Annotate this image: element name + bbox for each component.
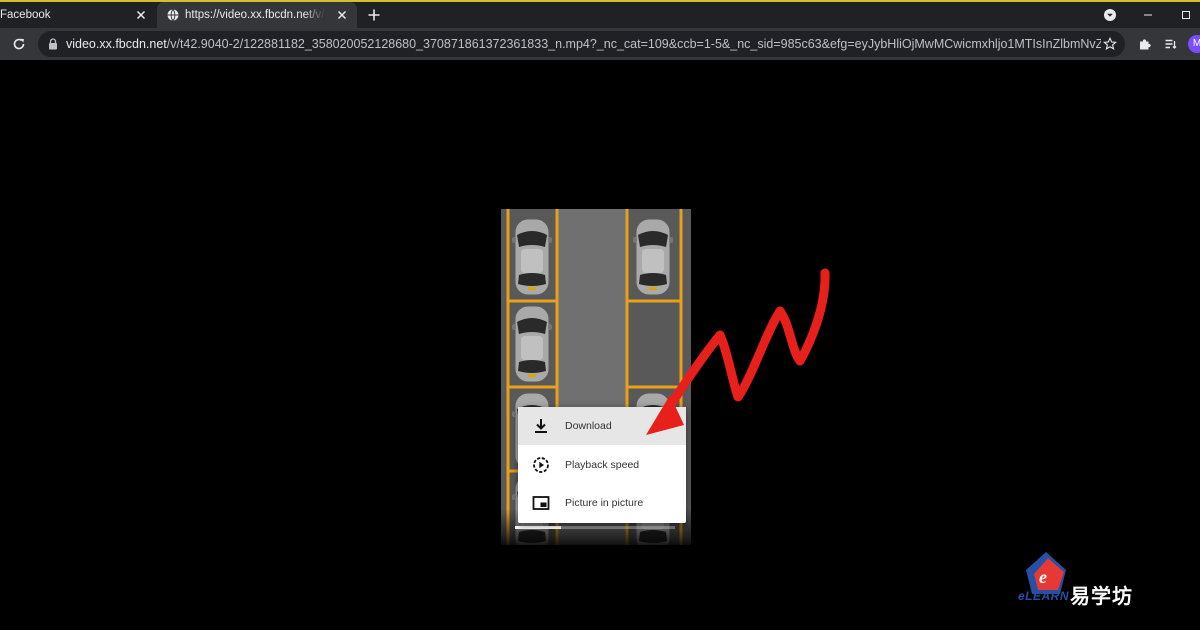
globe-icon bbox=[167, 9, 179, 21]
tab-video[interactable]: https://video.xx.fbcdn.net/v/t42.9040-2 bbox=[157, 2, 357, 28]
svg-text:e: e bbox=[1039, 567, 1047, 587]
new-tab-icon[interactable] bbox=[367, 8, 381, 22]
maximize-icon[interactable] bbox=[1179, 8, 1193, 22]
video-progress-bar[interactable] bbox=[515, 526, 675, 529]
video-progress-fill bbox=[515, 526, 562, 529]
browser-toolbar: video.xx.fbcdn.net/v/t42.9040-2/12288118… bbox=[0, 28, 1200, 60]
picture-in-picture-icon bbox=[532, 496, 550, 510]
lock-icon[interactable] bbox=[48, 38, 58, 50]
reading-list-icon[interactable] bbox=[1164, 37, 1178, 51]
menu-item-playback-speed[interactable]: Playback speed bbox=[518, 446, 686, 484]
minimize-icon[interactable] bbox=[1141, 8, 1155, 22]
logo-brand-en: eLEARN bbox=[1018, 589, 1070, 603]
profile-avatar[interactable]: M bbox=[1188, 35, 1200, 53]
menu-item-label: Download bbox=[565, 420, 612, 432]
logo-brand-cn: 易学坊 bbox=[1070, 586, 1133, 608]
tab-facebook[interactable]: Facebook bbox=[0, 2, 156, 28]
reload-icon[interactable] bbox=[12, 37, 26, 51]
tab-title: Facebook bbox=[0, 9, 51, 21]
menu-item-label: Playback speed bbox=[565, 459, 640, 471]
close-icon[interactable] bbox=[335, 8, 349, 22]
url-host: video.xx.fbcdn.net bbox=[66, 37, 167, 51]
tab-strip: Facebook https://video.xx.fbcdn.net/v/t4… bbox=[0, 2, 1200, 28]
tab-search-icon[interactable] bbox=[1103, 8, 1117, 22]
address-bar[interactable]: video.xx.fbcdn.net/v/t42.9040-2/12288118… bbox=[38, 31, 1125, 57]
download-icon bbox=[535, 419, 547, 433]
menu-item-picture-in-picture[interactable]: Picture in picture bbox=[518, 484, 686, 522]
playback-speed-icon bbox=[533, 457, 549, 473]
bookmark-star-icon[interactable] bbox=[1103, 37, 1117, 51]
menu-item-label: Picture in picture bbox=[565, 497, 644, 509]
close-icon[interactable] bbox=[134, 8, 148, 22]
url-path: /v/t42.9040-2/122881182_358020052128680_… bbox=[166, 37, 1101, 51]
video-options-menu: Download Playback speed Picture in pictu… bbox=[518, 407, 686, 523]
url-text[interactable]: video.xx.fbcdn.net/v/t42.9040-2/12288118… bbox=[66, 37, 1101, 51]
tab-title: https://video.xx.fbcdn.net/v/t42.9040-2 bbox=[185, 9, 325, 21]
menu-item-download[interactable]: Download bbox=[518, 407, 686, 445]
extensions-puzzle-icon[interactable] bbox=[1138, 37, 1152, 51]
